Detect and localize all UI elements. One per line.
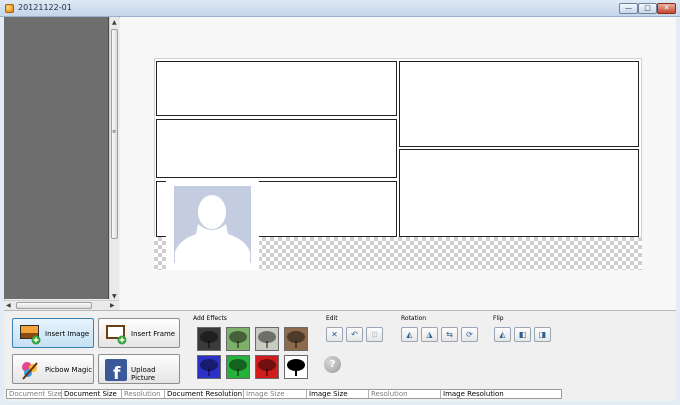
scroll-up-arrow-icon[interactable]: ▲ [112, 19, 117, 26]
upload-picture-button[interactable]: f Upload Picture [98, 354, 180, 384]
collage-frame-1[interactable] [156, 61, 397, 116]
insert-frame-button[interactable]: Insert Frame [98, 318, 180, 348]
insert-image-button[interactable]: Insert Image [12, 318, 94, 348]
flip-vertical-button[interactable]: ◭ [494, 327, 511, 342]
avatar-silhouette-icon [174, 186, 251, 263]
effect-green-button[interactable] [226, 355, 250, 379]
placed-image[interactable] [166, 181, 259, 270]
picbow-magic-label: Picbow Magic [45, 366, 93, 374]
horizontal-scrollbar[interactable]: ◀ ▶ [4, 300, 119, 310]
add-effects-label: Add Effects [193, 315, 227, 322]
rotate-left-button[interactable]: ◭ [401, 327, 418, 342]
rotate-free-button[interactable]: ⟳ [461, 327, 478, 342]
doc-size-label: Document Size [9, 390, 62, 398]
image-size-label: Image Size [244, 390, 307, 398]
rotate-right-button[interactable]: ◮ [421, 327, 438, 342]
collage-frame-5[interactable] [399, 149, 639, 237]
tree-icon [200, 331, 218, 348]
horizontal-scroll-thumb[interactable] [16, 302, 92, 309]
upload-picture-label: Upload Picture [131, 366, 156, 382]
insert-frame-label: Insert Frame [131, 330, 176, 338]
close-button[interactable]: ✕ [657, 3, 676, 14]
tree-icon [258, 331, 276, 348]
doc-size-value: Document Size [62, 390, 122, 398]
rotate-90-button[interactable]: ⇆ [441, 327, 458, 342]
doc-resolution-label: Resolution [122, 390, 165, 398]
flip-horizontal-right-button[interactable]: ◨ [534, 327, 551, 342]
magic-wand-icon [19, 359, 41, 381]
insert-image-label: Insert Image [45, 330, 90, 338]
tree-icon [258, 359, 276, 376]
thumbnail-panel[interactable] [4, 17, 109, 299]
tree-icon [229, 359, 247, 376]
edit-label: Edit [326, 315, 338, 322]
delete-button[interactable]: ✕ [326, 327, 343, 342]
undo-button[interactable]: ↶ [346, 327, 363, 342]
collage-frame-2[interactable] [156, 119, 397, 178]
collage-frame-4[interactable] [399, 61, 639, 147]
doc-resolution-value: Document Resolution [167, 390, 244, 398]
bottom-toolbar: Insert Image Insert Frame Picbow Magic f… [4, 310, 676, 401]
image-resolution-value: Image Resolution [443, 390, 504, 398]
help-icon[interactable]: ? [324, 356, 341, 373]
svg-text:f: f [113, 364, 121, 381]
tree-icon [200, 359, 218, 376]
vertical-scrollbar[interactable]: ▲ ≡ ▼ [109, 17, 119, 302]
grip-icon: ≡ [112, 129, 117, 135]
effect-faded-button[interactable] [255, 327, 279, 351]
app-icon [5, 4, 14, 13]
tree-icon [287, 359, 305, 376]
scroll-left-arrow-icon[interactable]: ◀ [6, 302, 11, 309]
flip-horizontal-left-button[interactable]: ◧ [514, 327, 531, 342]
effect-charcoal-button[interactable] [197, 327, 221, 351]
tree-icon [229, 331, 247, 348]
rotation-label: Rotation [401, 315, 427, 322]
maximize-button[interactable]: □ [638, 3, 657, 14]
effect-red-button[interactable] [255, 355, 279, 379]
flip-label: Flip [493, 315, 504, 322]
scroll-down-arrow-icon[interactable]: ▼ [112, 293, 117, 300]
crop-button[interactable]: ⊡ [366, 327, 383, 342]
effect-blue-button[interactable] [197, 355, 221, 379]
effect-sepia-button[interactable] [284, 327, 308, 351]
minimize-button[interactable]: — [619, 3, 638, 14]
status-bar: Document Size Document Size Resolution D… [6, 389, 562, 399]
insert-image-icon [19, 323, 41, 345]
effect-silhouette-button[interactable] [284, 355, 308, 379]
facebook-icon: f [105, 359, 127, 384]
insert-frame-icon [105, 323, 127, 345]
effect-green-tint-button[interactable] [226, 327, 250, 351]
window-title: 20121122-01 [18, 3, 72, 12]
picbow-magic-button[interactable]: Picbow Magic [12, 354, 94, 384]
scroll-right-arrow-icon[interactable]: ▶ [110, 302, 115, 309]
tree-icon [287, 331, 305, 348]
title-bar: 20121122-01 — □ ✕ [0, 0, 680, 17]
image-size-value: Image Size [307, 390, 369, 398]
image-resolution-label: Resolution [369, 390, 441, 398]
